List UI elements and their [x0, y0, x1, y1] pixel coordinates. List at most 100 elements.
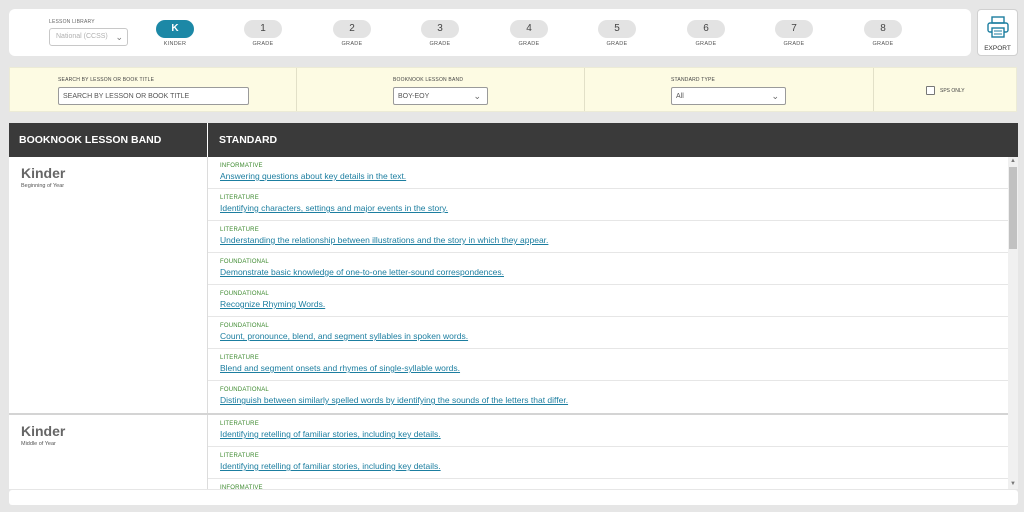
- band-period: Middle of Year: [21, 441, 56, 447]
- standard-link[interactable]: Distinguish between similarly spelled wo…: [220, 395, 996, 405]
- standard-link[interactable]: Count, pronounce, blend, and segment syl…: [220, 331, 996, 341]
- grade-pill: 7: [775, 20, 813, 38]
- grade-tab-5[interactable]: 5 GRADE: [591, 20, 643, 47]
- type-value: All: [676, 93, 684, 100]
- grade-label: KINDER: [163, 41, 187, 47]
- standard-type: LITERATURE: [220, 355, 259, 361]
- grade-pill: 1: [244, 20, 282, 38]
- standard-type: LITERATURE: [220, 227, 259, 233]
- table-header: BOOKNOOK LESSON BAND STANDARD: [9, 123, 1018, 157]
- grade-label: GRADE: [783, 41, 805, 47]
- band-name: Kinder: [21, 165, 66, 181]
- scroll-down-icon[interactable]: ▼: [1008, 480, 1018, 489]
- standard-row: LITERATURE Blend and segment onsets and r…: [208, 349, 1008, 381]
- standards-table: BOOKNOOK LESSON BAND STANDARD Kinder Begi…: [9, 123, 1018, 489]
- grade-tab-8[interactable]: 8 GRADE: [857, 20, 909, 47]
- grade-tab-1[interactable]: 1 GRADE: [237, 20, 289, 47]
- band-select[interactable]: BOY-EOY ⌄: [393, 87, 488, 105]
- column-header-band: BOOKNOOK LESSON BAND: [9, 123, 208, 157]
- standard-link[interactable]: Demonstrate basic knowledge of one-to-on…: [220, 267, 996, 277]
- lesson-library-label: LESSON LIBRARY: [49, 19, 95, 25]
- standard-type: FOUNDATIONAL: [220, 387, 269, 393]
- sps-only-checkbox[interactable]: [926, 86, 935, 95]
- grade-tab-4[interactable]: 4 GRADE: [503, 20, 555, 47]
- search-label: SEARCH BY LESSON OR BOOK TITLE: [58, 77, 155, 83]
- standard-type: INFORMATIVE: [220, 485, 263, 489]
- grade-pill: 6: [687, 20, 725, 38]
- printer-icon: [986, 16, 1009, 38]
- chevron-down-icon: ⌄: [115, 32, 123, 42]
- band-group: Kinder Middle of Year LITERATURE Identifyin…: [9, 415, 1018, 489]
- grade-label: GRADE: [518, 41, 540, 47]
- sps-only-toggle[interactable]: SPS ONLY: [926, 86, 965, 95]
- band-cell: Kinder Middle of Year: [9, 415, 208, 489]
- sps-only-label: SPS ONLY: [940, 87, 965, 94]
- column-header-standard: STANDARD: [219, 134, 278, 146]
- standard-link[interactable]: Recognize Rhyming Words.: [220, 299, 996, 309]
- standard-type: LITERATURE: [220, 421, 259, 427]
- standard-row: FOUNDATIONAL Count, pronounce, blend, and…: [208, 317, 1008, 349]
- standard-type: FOUNDATIONAL: [220, 291, 269, 297]
- vertical-scrollbar[interactable]: ▲ ▼: [1008, 157, 1018, 489]
- scroll-up-icon[interactable]: ▲: [1008, 157, 1018, 166]
- type-select[interactable]: All ⌄: [671, 87, 786, 105]
- search-input[interactable]: SEARCH BY LESSON OR BOOK TITLE: [58, 87, 249, 105]
- grade-tab-k[interactable]: K KINDER: [149, 20, 201, 47]
- grade-tab-6[interactable]: 6 GRADE: [680, 20, 732, 47]
- grade-selector-card: LESSON LIBRARY National (CCSS) ⌄ K KINDER…: [9, 9, 971, 56]
- grade-label: GRADE: [872, 41, 894, 47]
- scrollbar-thumb[interactable]: [1009, 167, 1017, 249]
- table-body[interactable]: Kinder Beginning of Year INFORMATIVE Answer…: [9, 157, 1018, 489]
- standard-row: FOUNDATIONAL Recognize Rhyming Words.: [208, 285, 1008, 317]
- standards-cell: LITERATURE Identifying retelling of famil…: [208, 415, 1008, 489]
- standard-row: INFORMATIVE: [208, 479, 1008, 489]
- grade-label: GRADE: [429, 41, 451, 47]
- grade-pill: 2: [333, 20, 371, 38]
- standard-link[interactable]: Understanding the relationship between i…: [220, 235, 996, 245]
- lesson-library-value: National (CCSS): [56, 33, 108, 40]
- sps-filter: SPS ONLY: [874, 68, 1016, 111]
- standard-row: LITERATURE Understanding the relationship…: [208, 221, 1008, 253]
- band-name: Kinder: [21, 423, 66, 439]
- search-filter: SEARCH BY LESSON OR BOOK TITLE SEARCH BY…: [10, 68, 297, 111]
- standard-type: FOUNDATIONAL: [220, 259, 269, 265]
- chevron-down-icon: ⌄: [473, 91, 481, 101]
- band-period: Beginning of Year: [21, 183, 65, 189]
- standards-cell: INFORMATIVE Answering questions about key…: [208, 157, 1008, 413]
- grade-label: GRADE: [341, 41, 363, 47]
- band-cell: Kinder Beginning of Year: [9, 157, 208, 413]
- grade-pill: 8: [864, 20, 902, 38]
- grade-label: GRADE: [606, 41, 628, 47]
- export-button[interactable]: EXPORT: [977, 9, 1018, 56]
- standard-row: FOUNDATIONAL Distinguish between similarl…: [208, 381, 1008, 413]
- export-label: EXPORT: [984, 45, 1011, 52]
- standard-row: LITERATURE Identifying characters, settin…: [208, 189, 1008, 221]
- standard-link[interactable]: Identifying characters, settings and maj…: [220, 203, 996, 213]
- band-label: BOOKNOOK LESSON BAND: [393, 77, 464, 83]
- footer-bar: [9, 490, 1018, 505]
- standard-type: LITERATURE: [220, 453, 259, 459]
- grade-pill: 5: [598, 20, 636, 38]
- band-filter: BOOKNOOK LESSON BAND BOY-EOY ⌄: [297, 68, 585, 111]
- standard-link[interactable]: Identifying retelling of familiar storie…: [220, 461, 996, 471]
- type-filter: STANDARD TYPE All ⌄: [585, 68, 874, 111]
- standard-row: INFORMATIVE Answering questions about key…: [208, 157, 1008, 189]
- grade-tab-2[interactable]: 2 GRADE: [326, 20, 378, 47]
- type-label: STANDARD TYPE: [671, 77, 716, 83]
- grade-pill: 3: [421, 20, 459, 38]
- standard-row: LITERATURE Identifying retelling of famil…: [208, 415, 1008, 447]
- grade-label: GRADE: [252, 41, 274, 47]
- standard-type: INFORMATIVE: [220, 163, 263, 169]
- band-group: Kinder Beginning of Year INFORMATIVE Answer…: [9, 157, 1018, 415]
- grade-tab-7[interactable]: 7 GRADE: [768, 20, 820, 47]
- filter-bar: SEARCH BY LESSON OR BOOK TITLE SEARCH BY…: [9, 67, 1017, 112]
- search-placeholder: SEARCH BY LESSON OR BOOK TITLE: [63, 93, 190, 100]
- grade-tab-3[interactable]: 3 GRADE: [414, 20, 466, 47]
- standard-row: LITERATURE Identifying retelling of famil…: [208, 447, 1008, 479]
- standard-link[interactable]: Identifying retelling of familiar storie…: [220, 429, 996, 439]
- lesson-library-select[interactable]: National (CCSS) ⌄: [49, 28, 128, 46]
- grade-pill: K: [156, 20, 194, 38]
- chevron-down-icon: ⌄: [771, 91, 779, 101]
- standard-link[interactable]: Blend and segment onsets and rhymes of s…: [220, 363, 996, 373]
- standard-link[interactable]: Answering questions about key details in…: [220, 171, 996, 181]
